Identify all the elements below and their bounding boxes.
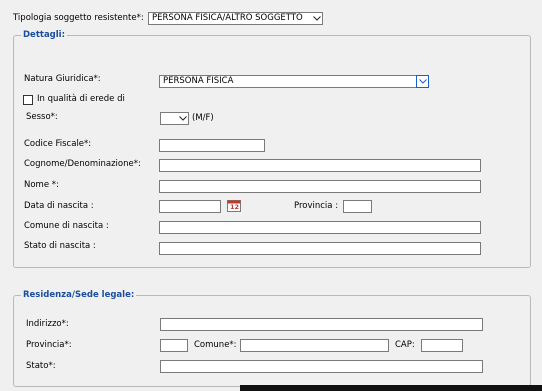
codice-fiscale-input[interactable]: [159, 139, 265, 152]
cap-input[interactable]: [421, 339, 463, 352]
natura-giuridica-label: Natura Giuridica*:: [24, 74, 101, 84]
provincia-nascita-label: Provincia :: [294, 201, 339, 211]
nome-label: Nome *:: [24, 180, 59, 190]
chevron-down-icon: [416, 75, 429, 88]
stato-residenza-input[interactable]: [160, 360, 483, 373]
sesso-hint: (M/F): [192, 113, 214, 123]
provincia-residenza-label: Provincia*:: [26, 340, 72, 350]
sesso-label: Sesso*:: [26, 112, 58, 122]
tipologia-selected-value: PERSONA FISICA/ALTRO SOGGETTO: [152, 13, 303, 23]
dettagli-legend: Dettagli:: [21, 30, 67, 41]
cognome-input[interactable]: [159, 159, 481, 172]
natura-giuridica-select[interactable]: PERSONA FISICA: [159, 75, 429, 88]
indirizzo-label: Indirizzo*:: [26, 319, 69, 329]
stato-nascita-label: Stato di nascita :: [24, 241, 96, 251]
natura-giuridica-selected-value: PERSONA FISICA: [163, 76, 234, 86]
stato-nascita-input[interactable]: [159, 242, 481, 255]
residenza-legend: Residenza/Sede legale:: [21, 290, 137, 301]
sesso-select[interactable]: [160, 112, 189, 125]
bottom-scrollbar[interactable]: [240, 385, 542, 391]
provincia-residenza-input[interactable]: [160, 339, 188, 352]
data-nascita-input[interactable]: [159, 200, 221, 213]
cap-label: CAP:: [395, 340, 415, 350]
indirizzo-input[interactable]: [160, 318, 483, 331]
calendar-icon[interactable]: 12: [227, 200, 241, 212]
calendar-day-text: 12: [230, 203, 240, 211]
comune-nascita-label: Comune di nascita :: [24, 221, 109, 231]
erede-label: In qualità di erede di: [37, 94, 125, 104]
tipologia-select[interactable]: PERSONA FISICA/ALTRO SOGGETTO: [148, 12, 323, 25]
comune-residenza-input[interactable]: [240, 339, 389, 352]
chevron-down-icon: [177, 113, 188, 124]
comune-nascita-input[interactable]: [159, 221, 481, 234]
tipologia-label: Tipologia soggetto resistente*:: [13, 13, 144, 23]
codice-fiscale-label: Codice Fiscale*:: [24, 139, 92, 149]
erede-checkbox[interactable]: [23, 95, 33, 105]
stato-residenza-label: Stato*:: [26, 361, 56, 371]
comune-residenza-label: Comune*:: [194, 340, 237, 350]
chevron-down-icon: [311, 13, 322, 24]
nome-input[interactable]: [159, 180, 481, 193]
data-nascita-label: Data di nascita :: [24, 201, 94, 211]
provincia-nascita-input[interactable]: [343, 200, 372, 213]
cognome-label: Cognome/Denominazione*:: [24, 159, 141, 169]
